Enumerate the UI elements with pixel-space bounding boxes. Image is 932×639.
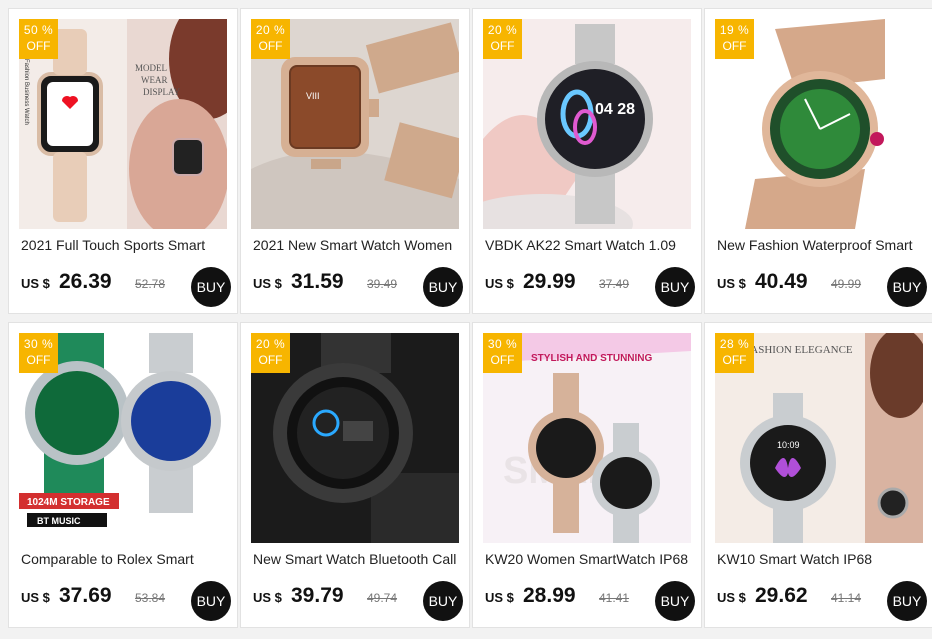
product-grid: MODEL WEAR DISPLAY Fashion Business Watc…: [0, 0, 932, 639]
original-price: 49.74: [367, 591, 398, 605]
product-image[interactable]: STYLISH AND STUNNING SMART 30 % OFF: [483, 333, 691, 543]
svg-text:10:09: 10:09: [777, 440, 800, 450]
sale-price: 28.99: [523, 584, 576, 607]
product-image[interactable]: FASHION ELEGANCE 10:09 28 % OFF: [715, 333, 923, 543]
buy-button[interactable]: BUY: [655, 267, 695, 307]
svg-text:Fashion Business Watch: Fashion Business Watch: [23, 59, 29, 125]
price-row: US $ 31.59 39.49 BUY: [253, 267, 463, 311]
currency-label: US $: [485, 590, 514, 605]
price-row: US $ 39.79 49.74 BUY: [253, 581, 463, 625]
svg-text:DISPLAY: DISPLAY: [143, 87, 181, 97]
discount-badge: 28 % OFF: [715, 333, 754, 373]
product-title[interactable]: VBDK AK22 Smart Watch 1.09: [485, 237, 691, 253]
buy-button[interactable]: BUY: [655, 581, 695, 621]
currency-label: US $: [21, 276, 50, 291]
image-caption: MODEL: [135, 63, 167, 73]
product-title[interactable]: 2021 Full Touch Sports Smart: [21, 237, 227, 253]
original-price: 41.14: [831, 591, 862, 605]
currency-label: US $: [253, 590, 282, 605]
currency-label: US $: [717, 276, 746, 291]
svg-text:04 28: 04 28: [595, 101, 635, 118]
price-row: US $ 40.49 49.99 BUY: [717, 267, 927, 311]
svg-text:FASHION ELEGANCE: FASHION ELEGANCE: [745, 344, 853, 356]
product-title[interactable]: Comparable to Rolex Smart: [21, 551, 227, 567]
product-card[interactable]: 04 28 20 % OFF VBDK AK22 Smart Watch 1.0…: [472, 8, 702, 314]
sale-price: 29.99: [523, 270, 576, 293]
product-image[interactable]: 20 % OFF: [251, 333, 459, 543]
sale-price: 37.69: [59, 584, 112, 607]
product-title[interactable]: KW20 Women SmartWatch IP68: [485, 551, 691, 567]
original-price: 53.84: [135, 591, 166, 605]
discount-badge: 50 % OFF: [19, 19, 58, 59]
original-price: 37.49: [599, 277, 630, 291]
discount-badge: 30 % OFF: [19, 333, 58, 373]
product-title[interactable]: KW10 Smart Watch IP68: [717, 551, 923, 567]
svg-text:VIII: VIII: [306, 91, 320, 101]
product-image[interactable]: MODEL WEAR DISPLAY Fashion Business Watc…: [19, 19, 227, 229]
buy-button[interactable]: BUY: [887, 267, 927, 307]
original-price: 39.49: [367, 277, 398, 291]
original-price: 41.41: [599, 591, 630, 605]
price-row: US $ 26.39 52.78 BUY: [21, 267, 231, 311]
discount-badge: 20 % OFF: [251, 19, 290, 59]
product-card[interactable]: 20 % OFF New Smart Watch Bluetooth Call …: [240, 322, 470, 628]
product-title[interactable]: New Smart Watch Bluetooth Call: [253, 551, 459, 567]
discount-badge: 20 % OFF: [483, 19, 522, 59]
buy-button[interactable]: BUY: [887, 581, 927, 621]
sale-price: 39.79: [291, 584, 344, 607]
product-card[interactable]: STYLISH AND STUNNING SMART 30 % OFF KW20…: [472, 322, 702, 628]
svg-text:BT MUSIC: BT MUSIC: [37, 516, 81, 526]
currency-label: US $: [21, 590, 50, 605]
product-title[interactable]: New Fashion Waterproof Smart: [717, 237, 923, 253]
price-row: US $ 37.69 53.84 BUY: [21, 581, 231, 625]
product-card[interactable]: FASHION ELEGANCE 10:09 28 % OFF KW10 Sma…: [704, 322, 932, 628]
product-title[interactable]: 2021 New Smart Watch Women: [253, 237, 459, 253]
product-card[interactable]: 1024M STORAGE BT MUSIC 30 % OFF Comparab…: [8, 322, 238, 628]
product-image[interactable]: 04 28 20 % OFF: [483, 19, 691, 229]
product-card[interactable]: VIII 20 % OFF 2021 New Smart Watch Women…: [240, 8, 470, 314]
sale-price: 26.39: [59, 270, 112, 293]
currency-label: US $: [253, 276, 282, 291]
product-card[interactable]: 19 % OFF New Fashion Waterproof Smart US…: [704, 8, 932, 314]
svg-text:STYLISH AND STUNNING: STYLISH AND STUNNING: [531, 353, 653, 364]
sale-price: 29.62: [755, 584, 808, 607]
original-price: 49.99: [831, 277, 862, 291]
product-card[interactable]: MODEL WEAR DISPLAY Fashion Business Watc…: [8, 8, 238, 314]
currency-label: US $: [485, 276, 514, 291]
svg-text:1024M STORAGE: 1024M STORAGE: [27, 497, 110, 508]
price-row: US $ 29.62 41.14 BUY: [717, 581, 927, 625]
discount-badge: 30 % OFF: [483, 333, 522, 373]
price-row: US $ 28.99 41.41 BUY: [485, 581, 695, 625]
discount-badge: 19 % OFF: [715, 19, 754, 59]
buy-button[interactable]: BUY: [191, 581, 231, 621]
svg-text:WEAR: WEAR: [141, 75, 168, 85]
sale-price: 40.49: [755, 270, 808, 293]
product-image[interactable]: 1024M STORAGE BT MUSIC 30 % OFF: [19, 333, 227, 543]
sale-price: 31.59: [291, 270, 344, 293]
discount-badge: 20 % OFF: [251, 333, 290, 373]
product-image[interactable]: VIII 20 % OFF: [251, 19, 459, 229]
buy-button[interactable]: BUY: [191, 267, 231, 307]
buy-button[interactable]: BUY: [423, 267, 463, 307]
buy-button[interactable]: BUY: [423, 581, 463, 621]
currency-label: US $: [717, 590, 746, 605]
price-row: US $ 29.99 37.49 BUY: [485, 267, 695, 311]
original-price: 52.78: [135, 277, 166, 291]
product-image[interactable]: 19 % OFF: [715, 19, 923, 229]
